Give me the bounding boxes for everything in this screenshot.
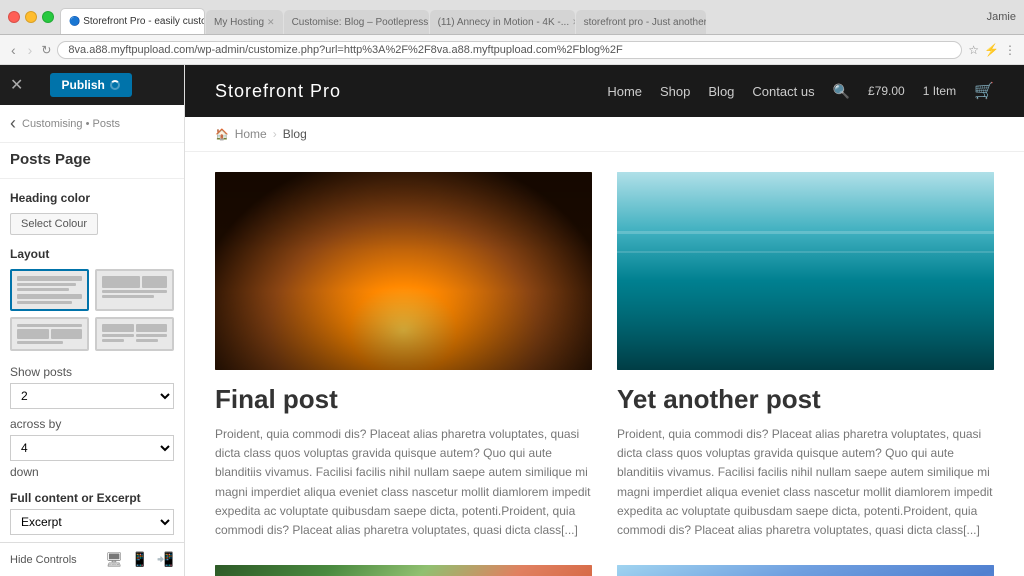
layout-options-grid [10,269,174,351]
browser-chrome: 🔵 Storefront Pro - easily custo... ✕ My … [0,0,1024,35]
tab-close-icon[interactable]: ✕ [572,17,574,28]
select-colour-button[interactable]: Select Colour [10,213,98,235]
forward-button[interactable]: › [25,42,36,58]
excerpt-select[interactable]: Excerpt [10,509,174,535]
cart-price: £79.00 [868,84,905,98]
heading-color-label: Heading color [10,191,174,205]
full-content-label: Full content or Excerpt [10,491,174,505]
heading-color-section: Heading color Select Colour [10,191,174,235]
close-customizer-button[interactable]: ✕ [10,75,23,95]
tablet-icon[interactable]: 📱 [131,551,148,568]
tab-customise[interactable]: Customise: Blog – Pootlepress +... ✕ [284,10,429,34]
extensions-icon[interactable]: ⚡ [984,43,999,57]
traffic-light-yellow[interactable] [25,11,37,23]
footer-icons: 🖥 📱 📲 [105,551,174,568]
breadcrumb-home-icon: 🏠 [215,128,229,141]
menu-icon[interactable]: ⋮ [1004,43,1016,57]
traffic-lights [8,11,54,23]
layout-option-2[interactable] [95,269,174,311]
sidebar-footer: Hide Controls 🖥 📱 📲 [0,542,184,576]
browser-toolbar: ‹ › ↻ ☆ ⚡ ⋮ [0,35,1024,65]
website-preview: Storefront Pro Home Shop Blog Contact us… [185,65,1024,576]
user-label: Jamie [987,11,1016,23]
breadcrumb-text: Customising • Posts [22,118,120,130]
post-2-title[interactable]: Yet another post [617,384,994,415]
nav-contact[interactable]: Contact us [752,84,814,99]
down-label: down [10,465,174,479]
cart-count: 1 Item [923,84,956,98]
desktop-icon[interactable]: 🖥 [105,551,123,568]
layout-option-3[interactable] [10,317,89,351]
post-1-title[interactable]: Final post [215,384,592,415]
bookmark-icon[interactable]: ☆ [968,43,979,57]
page-breadcrumb: 🏠 Home › Blog [185,117,1024,152]
posts-grid: Final post Proident, quia commodi dis? P… [215,172,994,576]
customizer-header: ✕ Publish [0,65,184,105]
cart-icon[interactable]: 🛒 [974,81,994,101]
back-arrow-icon[interactable]: ‹ [10,113,16,134]
post-2-image[interactable] [617,172,994,370]
tab-storefront2[interactable]: storefront pro - Just another... ✕ [576,10,706,34]
tab-storefront[interactable]: 🔵 Storefront Pro - easily custo... ✕ [60,8,205,34]
show-posts-group: Show posts 2 [10,365,174,409]
hide-controls-button[interactable]: Hide Controls [10,554,77,566]
customizer-sidebar: ✕ Publish ‹ Customising • Posts Posts Pa… [0,65,185,576]
refresh-button[interactable]: ↻ [41,43,51,57]
sidebar-page-title: Posts Page [0,143,184,179]
breadcrumb-home-link[interactable]: Home [235,127,267,141]
traffic-light-red[interactable] [8,11,20,23]
nav-shop[interactable]: Shop [660,84,690,99]
post-1-excerpt: Proident, quia commodi dis? Placeat alia… [215,425,592,540]
post-item-1: Final post Proident, quia commodi dis? P… [215,172,592,540]
traffic-light-green[interactable] [42,11,54,23]
browser-toolbar-icons: ☆ ⚡ ⋮ [968,43,1016,57]
mobile-icon[interactable]: 📲 [157,551,174,568]
sidebar-content: Heading color Select Colour Layout [0,179,184,542]
customizer-breadcrumb: ‹ Customising • Posts [0,105,184,143]
layout-section: Layout [10,247,174,351]
layout-option-1[interactable] [10,269,89,311]
post-item-2: Yet another post Proident, quia commodi … [617,172,994,540]
breadcrumb-separator: › [273,127,277,141]
post-4-image[interactable] [617,565,994,576]
post-1-image[interactable] [215,172,592,370]
layout-label: Layout [10,247,174,261]
publish-spinner [110,80,120,90]
excerpt-group: Full content or Excerpt Excerpt [10,491,174,535]
nav-home[interactable]: Home [607,84,642,99]
browser-tabs: 🔵 Storefront Pro - easily custo... ✕ My … [60,0,975,34]
layout-option-4[interactable] [95,317,174,351]
tab-annecy[interactable]: (11) Annecy in Motion - 4K -... ✕ [430,10,575,34]
address-bar[interactable] [57,41,962,59]
logo-text: Storefront Pro [215,81,341,101]
post-3-image[interactable] [215,565,592,576]
site-nav: Home Shop Blog Contact us 🔍 £79.00 1 Ite… [607,81,994,101]
show-posts-select[interactable]: 2 [10,383,174,409]
tab-close-icon[interactable]: ✕ [267,17,275,28]
show-posts-label: Show posts [10,365,174,379]
search-icon[interactable]: 🔍 [833,83,850,100]
blog-content: Final post Proident, quia commodi dis? P… [185,152,1024,576]
post-item-4 [617,565,994,576]
across-by-group: across by 4 [10,417,174,461]
main-container: ✕ Publish ‹ Customising • Posts Posts Pa… [0,65,1024,576]
across-by-select[interactable]: 4 [10,435,174,461]
back-button[interactable]: ‹ [8,42,19,58]
tab-hosting[interactable]: My Hosting ✕ [206,10,283,34]
breadcrumb-current: Blog [283,127,307,141]
post-item-3 [215,565,592,576]
nav-blog[interactable]: Blog [708,84,734,99]
across-by-label: across by [10,417,174,431]
site-logo: Storefront Pro [215,81,341,102]
publish-label: Publish [62,78,105,92]
publish-button[interactable]: Publish [50,73,132,97]
post-2-excerpt: Proident, quia commodi dis? Placeat alia… [617,425,994,540]
site-header: Storefront Pro Home Shop Blog Contact us… [185,65,1024,117]
